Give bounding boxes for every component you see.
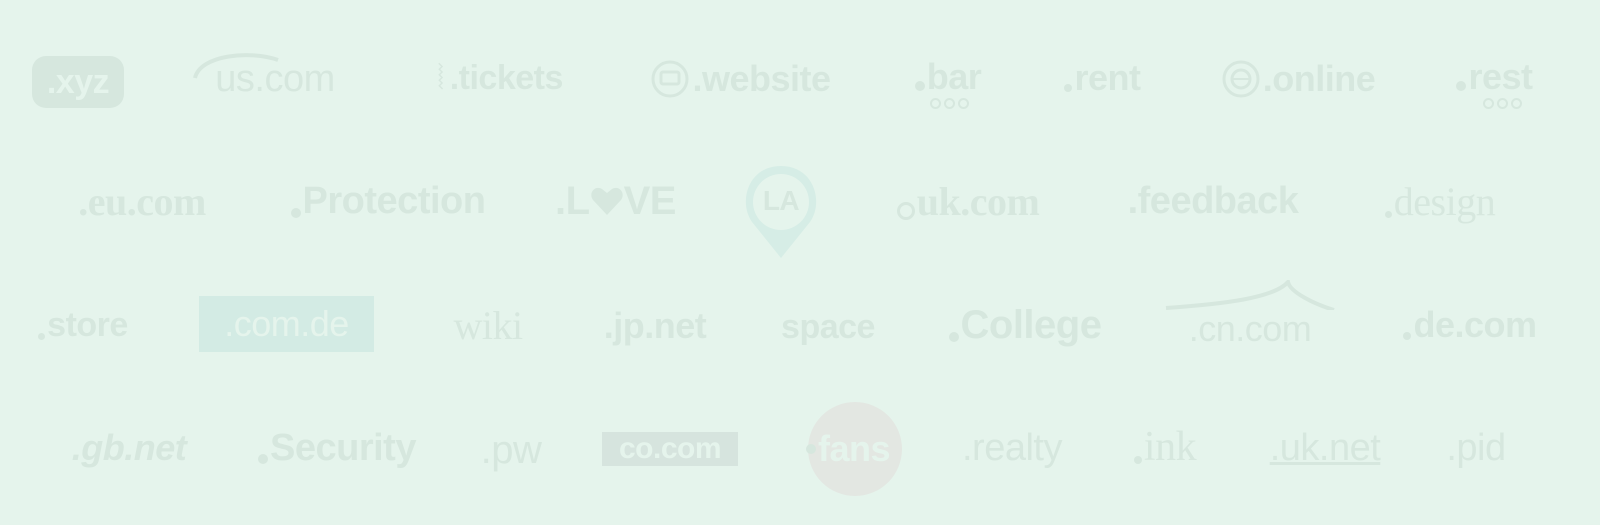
logo-feedback[interactable]: .feedback bbox=[1118, 176, 1308, 226]
logo-online-text: .online bbox=[1262, 58, 1376, 99]
logo-com-de-text: .com.de bbox=[224, 303, 349, 344]
dot-icon bbox=[1133, 456, 1142, 464]
logo-design-text: design bbox=[1393, 178, 1496, 224]
logo-protection-text: Protection bbox=[302, 179, 486, 222]
swoosh-icon bbox=[1165, 280, 1335, 310]
dot-icon bbox=[948, 332, 959, 342]
logo-pid-text: .pid bbox=[1446, 426, 1506, 469]
logo-feedback-text: .feedback bbox=[1127, 179, 1299, 222]
logo-bar-text: bar bbox=[926, 56, 982, 97]
dot-icon bbox=[38, 333, 46, 340]
dot-icon bbox=[1456, 81, 1467, 91]
logo-protection[interactable]: Protection bbox=[288, 176, 488, 226]
logo-rent-text: rent bbox=[1074, 57, 1141, 98]
logo-eu-com[interactable]: .eu.com bbox=[58, 176, 226, 226]
logo-security[interactable]: Security bbox=[252, 424, 422, 472]
logo-eu-com-text: .eu.com bbox=[78, 178, 206, 224]
logo-design[interactable]: design bbox=[1370, 176, 1510, 226]
logo-wiki-text: wiki bbox=[453, 302, 523, 348]
logo-fans[interactable]: fans bbox=[794, 402, 902, 496]
rest-circles-icon bbox=[1483, 98, 1522, 109]
logo-co-com-text: co.com bbox=[618, 432, 722, 465]
logo-cn-com-text: .cn.com bbox=[1188, 308, 1312, 349]
logo-de-com-text: de.com bbox=[1413, 304, 1537, 345]
logo-uk-com[interactable]: uk.com bbox=[883, 176, 1053, 226]
logo-wiki[interactable]: wiki bbox=[438, 300, 538, 350]
logo-online[interactable]: .online bbox=[1213, 56, 1383, 102]
logo-store[interactable]: store bbox=[30, 302, 136, 348]
logo-rest[interactable]: rest bbox=[1447, 56, 1542, 116]
logo-space[interactable]: space bbox=[774, 304, 882, 350]
logo-ink[interactable]: ink bbox=[1122, 422, 1208, 472]
logo-space-text: space bbox=[781, 307, 875, 346]
dot-icon bbox=[290, 208, 301, 218]
swoosh-icon bbox=[193, 53, 279, 79]
logo-cn-com[interactable]: .cn.com bbox=[1164, 280, 1336, 350]
logo-la-text: LA bbox=[762, 185, 800, 216]
bracket-icon: ⦚ bbox=[437, 58, 444, 97]
logo-rest-text: rest bbox=[1468, 56, 1533, 97]
target-icon bbox=[896, 202, 915, 220]
logo-website-text: .website bbox=[692, 58, 831, 99]
logo-college-text: College bbox=[960, 302, 1102, 347]
logo-rent[interactable]: rent bbox=[1055, 56, 1150, 100]
dot-icon bbox=[258, 454, 269, 464]
logo-co-com[interactable]: co.com bbox=[602, 432, 738, 466]
logo-uk-com-text: uk.com bbox=[916, 178, 1040, 224]
logo-gb-net-text: .gb.net bbox=[71, 427, 187, 468]
logo-pid[interactable]: .pid bbox=[1440, 424, 1512, 472]
bar-circles-icon bbox=[930, 98, 969, 109]
logo-bar[interactable]: bar bbox=[903, 56, 993, 116]
logo-store-text: store bbox=[47, 305, 128, 344]
logo-realty-text: .realty bbox=[962, 426, 1062, 469]
logo-tickets[interactable]: ⦚ .tickets bbox=[425, 56, 575, 100]
domain-logo-wall: .xyz us.com ⦚ .tickets .website bar rent bbox=[0, 0, 1600, 525]
logo-gb-net[interactable]: .gb.net bbox=[58, 424, 200, 472]
logo-security-text: Security bbox=[270, 426, 416, 469]
heart-icon bbox=[590, 187, 623, 215]
logo-com-de[interactable]: .com.de bbox=[199, 296, 374, 352]
logo-fans-text: fans bbox=[817, 428, 891, 469]
logo-us-com[interactable]: us.com bbox=[190, 53, 360, 104]
logo-love-ve: VE bbox=[623, 178, 677, 223]
logo-uk-net[interactable]: .uk.net bbox=[1260, 424, 1390, 472]
logo-jp-net[interactable]: .jp.net bbox=[600, 302, 710, 350]
logo-xyz-text: .xyz bbox=[46, 62, 110, 101]
logo-college[interactable]: College bbox=[945, 300, 1105, 350]
globe-icon bbox=[1222, 60, 1260, 98]
logo-website[interactable]: .website bbox=[643, 56, 838, 102]
logo-pw[interactable]: .pw bbox=[474, 424, 548, 476]
dot-icon bbox=[1384, 211, 1392, 218]
logo-xyz[interactable]: .xyz bbox=[32, 56, 124, 108]
logo-realty[interactable]: .realty bbox=[954, 424, 1070, 472]
logo-pw-text: .pw bbox=[480, 427, 542, 472]
monitor-globe-icon bbox=[651, 60, 689, 98]
dot-icon bbox=[805, 444, 816, 454]
dot-icon bbox=[914, 81, 925, 91]
logo-uk-net-text: .uk.net bbox=[1269, 426, 1381, 469]
logo-de-com[interactable]: de.com bbox=[1398, 302, 1542, 348]
logo-love-l: .L bbox=[555, 178, 590, 223]
logo-jp-net-text: .jp.net bbox=[603, 305, 707, 346]
dot-icon bbox=[1403, 332, 1412, 340]
dot-icon bbox=[1064, 84, 1073, 92]
logo-la[interactable]: LA bbox=[742, 162, 820, 260]
logo-love[interactable]: .L VE bbox=[553, 176, 678, 226]
logo-tickets-text: .tickets bbox=[449, 58, 564, 97]
logo-ink-text: ink bbox=[1143, 424, 1197, 470]
